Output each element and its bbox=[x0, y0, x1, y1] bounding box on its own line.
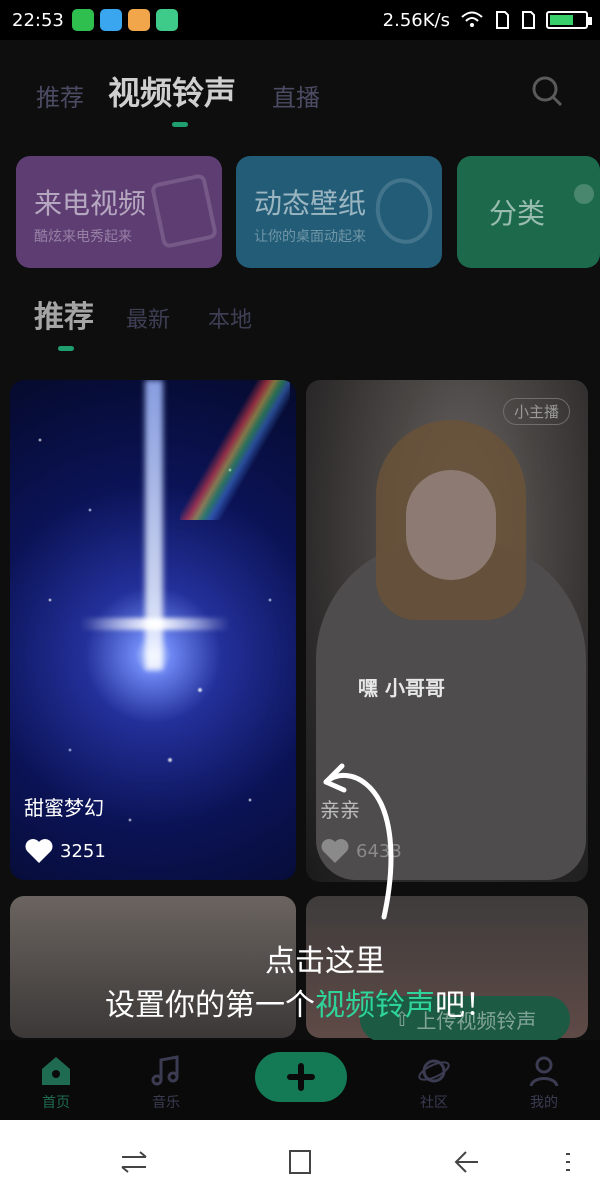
guide-text-2: 设置你的第一个视频铃声吧！ bbox=[0, 980, 600, 1024]
card-category[interactable]: 分类 bbox=[457, 156, 600, 268]
guide-text-suffix: 吧！ bbox=[435, 988, 495, 1023]
switch-app-icon[interactable] bbox=[114, 1142, 154, 1182]
usb-icon bbox=[155, 9, 178, 31]
like-number: 3251 bbox=[60, 840, 106, 862]
card-subtitle: 让你的桌面动起来 bbox=[254, 229, 366, 245]
card-title: 来电视频 bbox=[34, 187, 147, 220]
nav-label: 音乐 bbox=[152, 1095, 180, 1111]
nav-home[interactable]: 首页 bbox=[16, 1054, 96, 1112]
guide-text-prefix: 设置你的第一个 bbox=[105, 988, 315, 1023]
gear-deco-icon bbox=[369, 172, 439, 250]
video-card[interactable]: 甜蜜梦幻 3251 bbox=[10, 380, 296, 880]
guide-text: 点击这里 bbox=[265, 944, 385, 979]
card-live-wallpaper[interactable]: 动态壁纸 让你的桌面动起来 bbox=[236, 156, 442, 268]
rainbow-decor bbox=[180, 380, 290, 520]
wechat-app-icon bbox=[71, 9, 94, 31]
home-page: 推荐 视频铃声 直播 来电视频 酷炫来电秀起来 动态壁纸 让你的桌面动起来 分类… bbox=[0, 40, 600, 1120]
tab-recommend[interactable]: 推荐 bbox=[36, 78, 84, 113]
nav-community[interactable]: 社区 bbox=[394, 1054, 474, 1112]
search-icon[interactable] bbox=[530, 74, 564, 108]
gallery-app-icon bbox=[127, 9, 150, 31]
system-nav-bar bbox=[0, 1120, 600, 1200]
card-title: 动态壁纸 bbox=[254, 187, 367, 220]
top-tabs: 推荐 视频铃声 直播 bbox=[0, 60, 600, 130]
browser-app-icon bbox=[99, 9, 122, 31]
portrait-face bbox=[406, 470, 496, 580]
like-count[interactable]: 3251 bbox=[24, 838, 106, 864]
video-title: 甜蜜梦幻 bbox=[24, 796, 104, 820]
wifi-icon bbox=[461, 11, 483, 27]
nav-me[interactable]: 我的 bbox=[504, 1054, 584, 1112]
tab-indicator bbox=[172, 122, 188, 127]
sim-2-icon bbox=[522, 11, 535, 29]
card-title: 分类 bbox=[489, 197, 546, 230]
nav-label: 我的 bbox=[530, 1095, 558, 1111]
network-speed: 2.56K/s bbox=[382, 9, 450, 31]
nav-music[interactable]: 音乐 bbox=[126, 1054, 206, 1112]
bottom-nav: 首页 音乐 社区 我的 bbox=[0, 1040, 600, 1120]
subtab-indicator bbox=[58, 346, 74, 351]
back-icon[interactable] bbox=[446, 1142, 486, 1182]
card-subtitle: 酷炫来电秀起来 bbox=[34, 229, 132, 245]
home-icon bbox=[42, 1057, 70, 1085]
guide-arrow-icon bbox=[323, 763, 394, 920]
nav-label: 首页 bbox=[42, 1095, 70, 1111]
light-flare bbox=[80, 618, 230, 630]
menu-icon[interactable] bbox=[548, 1142, 588, 1182]
plus-icon bbox=[287, 1063, 315, 1091]
add-button[interactable] bbox=[255, 1052, 347, 1102]
category-dot-icon bbox=[574, 184, 594, 204]
music-icon bbox=[151, 1055, 179, 1086]
status-bar: 22:53 2.56K/s bbox=[0, 0, 600, 40]
tab-live[interactable]: 直播 bbox=[272, 78, 320, 113]
home-square-icon[interactable] bbox=[280, 1142, 320, 1182]
nav-label: 社区 bbox=[420, 1095, 448, 1111]
heart-icon bbox=[25, 839, 53, 863]
guide-text-highlight: 视频铃声 bbox=[315, 988, 435, 1023]
video-caption: 嘿 小哥哥 bbox=[358, 676, 445, 700]
phone-deco-icon bbox=[149, 172, 219, 250]
subtab-latest[interactable]: 最新 bbox=[126, 302, 170, 334]
person-icon bbox=[529, 1056, 559, 1087]
status-right: 2.56K/s bbox=[382, 9, 592, 31]
card-incoming-call-video[interactable]: 来电视频 酷炫来电秀起来 bbox=[16, 156, 222, 268]
status-time: 22:53 bbox=[12, 9, 64, 31]
streamer-badge: 小主播 bbox=[502, 398, 570, 425]
subtab-local[interactable]: 本地 bbox=[208, 302, 252, 334]
planet-icon bbox=[418, 1059, 450, 1083]
tab-video-ringtone[interactable]: 视频铃声 bbox=[108, 68, 236, 114]
battery-icon bbox=[546, 11, 592, 29]
subtab-recommend[interactable]: 推荐 bbox=[34, 292, 94, 336]
sub-tabs: 推荐 最新 本地 bbox=[0, 290, 600, 351]
feature-cards: 来电视频 酷炫来电秀起来 动态壁纸 让你的桌面动起来 分类 bbox=[16, 156, 600, 270]
sim-icon bbox=[496, 11, 509, 29]
